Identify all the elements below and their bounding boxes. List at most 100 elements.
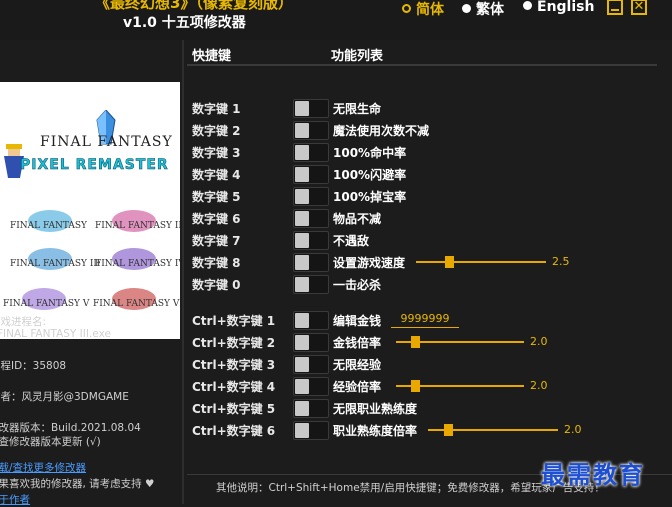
- function-label: 100%闪避率: [333, 168, 407, 182]
- about-author-link[interactable]: 关于作者: [0, 492, 30, 507]
- cheat-toggle[interactable]: [293, 399, 329, 418]
- cheat-toggle[interactable]: [293, 143, 329, 162]
- cover-main-title: FINAL FANTASY: [40, 134, 173, 150]
- cheat-row: Ctrl+数字键 3 无限经验: [190, 354, 660, 376]
- value-slider[interactable]: [416, 256, 546, 268]
- function-label: 魔法使用次数不减: [333, 124, 430, 138]
- cover-game-6: FINAL FANTASY VI: [93, 299, 180, 309]
- cheat-toggle[interactable]: [293, 99, 329, 118]
- hotkey-label: Ctrl+数字键 2: [192, 336, 276, 350]
- cover-game-3: FINAL FANTASY III: [10, 259, 101, 269]
- function-label: 100%掉宝率: [333, 190, 407, 204]
- cheat-toggle[interactable]: [293, 311, 329, 330]
- lang-option-english[interactable]: English: [523, 0, 594, 15]
- slider-thumb[interactable]: [444, 424, 453, 436]
- hotkey-label: Ctrl+数字键 5: [192, 402, 276, 416]
- radio-selected-icon: [402, 4, 411, 13]
- function-label: 无限生命: [333, 102, 382, 116]
- cover-game-2: FINAL FANTASY II: [95, 221, 180, 231]
- function-label: 设置游戏速度: [333, 256, 406, 270]
- cheat-row: Ctrl+数字键 2 金钱倍率 2.0: [190, 332, 660, 354]
- value-slider[interactable]: [428, 424, 558, 436]
- cheat-row: Ctrl+数字键 4 经验倍率 2.0: [190, 376, 660, 398]
- function-label: 金钱倍率: [333, 336, 382, 350]
- hotkey-column-header: 快捷键: [192, 49, 232, 64]
- close-button[interactable]: ✕: [631, 0, 647, 15]
- cheat-toggle[interactable]: [293, 377, 329, 396]
- hotkey-label: Ctrl+数字键 6: [192, 424, 276, 438]
- cover-game-4: FINAL FANTASY IV: [95, 259, 180, 269]
- function-label: 不遇敌: [333, 234, 370, 248]
- hotkey-label: Ctrl+数字键 4: [192, 380, 276, 394]
- money-input[interactable]: 9999999: [391, 311, 459, 328]
- cheat-row: Ctrl+数字键 6 职业熟练度倍率 2.0: [190, 420, 660, 442]
- lang-option-simplified[interactable]: 简体: [402, 0, 444, 19]
- cheat-row: Ctrl+数字键 5 无限职业熟练度: [190, 398, 660, 420]
- function-label: 物品不减: [333, 212, 382, 226]
- cheat-toggle[interactable]: [293, 187, 329, 206]
- cheat-toggle[interactable]: [293, 209, 329, 228]
- support-text: 如果喜欢我的修改器, 请考虑支持 ♥: [0, 478, 155, 490]
- slider-value: 2.0: [530, 379, 548, 392]
- cheat-row: 数字键 5 100%掉宝率: [190, 186, 660, 208]
- cheat-toggle[interactable]: [293, 275, 329, 294]
- slider-value: 2.0: [564, 423, 582, 436]
- hotkey-label: 数字键 1: [192, 102, 241, 116]
- cheat-row: 数字键 0 一击必杀: [190, 274, 660, 296]
- value-slider[interactable]: [396, 336, 524, 348]
- cheat-toggle[interactable]: [293, 333, 329, 352]
- cheat-row: 数字键 8 设置游戏速度 2.5: [190, 252, 660, 274]
- function-label: 无限经验: [333, 358, 382, 372]
- hotkey-label: 数字键 5: [192, 190, 241, 204]
- cheat-toggle[interactable]: [293, 165, 329, 184]
- function-column-header: 功能列表: [331, 49, 384, 64]
- process-value: FINAL FANTASY III.exe: [0, 328, 111, 340]
- function-label: 编辑金钱: [333, 314, 382, 328]
- slider-value: 2.0: [530, 335, 548, 348]
- cheat-row: 数字键 6 物品不减: [190, 208, 660, 230]
- author-text: 作者：风灵月影@3DMGAME: [0, 391, 129, 403]
- pid-text: 进程ID：35808: [0, 360, 67, 372]
- slider-value: 2.5: [552, 255, 570, 268]
- function-label: 职业熟练度倍率: [333, 424, 418, 438]
- check-update-text[interactable]: 检查修改器版本更新 (√): [0, 434, 101, 449]
- hotkey-label: 数字键 3: [192, 146, 241, 160]
- slider-thumb[interactable]: [411, 380, 420, 392]
- function-label: 一击必杀: [333, 278, 382, 292]
- header-divider: [187, 64, 657, 66]
- lang-label: 繁体: [476, 2, 504, 18]
- game-cover-image: FINAL FANTASY PIXEL REMASTER FINAL FANTA…: [0, 82, 180, 339]
- cheat-toggle[interactable]: [293, 253, 329, 272]
- cheat-toggle[interactable]: [293, 121, 329, 140]
- app-subtitle: v1.0 十五项修改器: [123, 15, 246, 31]
- cheat-toggle[interactable]: [293, 355, 329, 374]
- slider-thumb[interactable]: [411, 336, 420, 348]
- slider-thumb[interactable]: [445, 256, 454, 268]
- lang-option-traditional[interactable]: 繁体: [462, 0, 504, 19]
- cheat-row: 数字键 3 100%命中率: [190, 142, 660, 164]
- watermark-logo: 最需教育: [541, 461, 645, 489]
- hotkey-label: 数字键 8: [192, 256, 241, 270]
- function-label: 无限职业熟练度: [333, 402, 418, 416]
- hotkey-label: Ctrl+数字键 1: [192, 314, 276, 328]
- cheat-row: Ctrl+数字键 1 编辑金钱 9999999: [190, 310, 660, 332]
- hotkey-label: 数字键 7: [192, 234, 241, 248]
- cheat-row: 数字键 4 100%闪避率: [190, 164, 660, 186]
- more-trainers-link[interactable]: 下载/查找更多修改器: [0, 460, 86, 475]
- radio-icon: [523, 1, 532, 10]
- close-icon: ✕: [633, 0, 645, 14]
- hotkey-label: 数字键 4: [192, 168, 241, 182]
- cheat-row: 数字键 1 无限生命: [190, 98, 660, 120]
- function-label: 100%命中率: [333, 146, 407, 160]
- lang-label: 简体: [416, 2, 444, 18]
- cheat-toggle[interactable]: [293, 231, 329, 250]
- cheat-toggle[interactable]: [293, 421, 329, 440]
- radio-icon: [462, 4, 471, 13]
- cheat-row: 数字键 2 魔法使用次数不减: [190, 120, 660, 142]
- hotkey-label: 数字键 2: [192, 124, 241, 138]
- value-slider[interactable]: [396, 380, 524, 392]
- version-text: 修改器版本：Build.2021.08.04: [0, 422, 141, 434]
- hotkey-label: 数字键 0: [192, 278, 241, 292]
- hotkey-label: 数字键 6: [192, 212, 241, 226]
- minimize-button[interactable]: [607, 0, 623, 15]
